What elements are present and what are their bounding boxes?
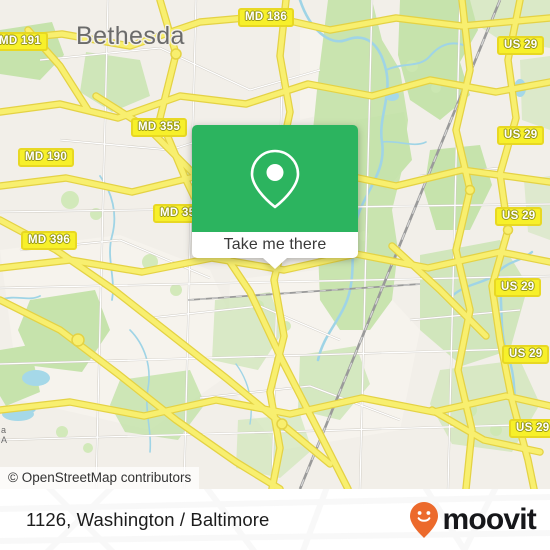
map-pin-icon [250, 149, 300, 208]
road-shield-us-29-5: US 29 [502, 345, 550, 364]
road-shield-us-29-3: US 29 [495, 207, 543, 226]
moovit-brand[interactable]: moovit [409, 501, 537, 539]
moovit-wordmark: moovit [442, 502, 536, 536]
moovit-smiley-pin-icon [410, 501, 439, 538]
city-label-bethesda: Bethesda [76, 22, 185, 50]
road-shield-us-29-4: US 29 [494, 278, 542, 297]
road-shield-us-29-1: US 29 [497, 36, 545, 55]
popup-tail-pointer [263, 258, 287, 269]
map-edge-label-fragment: aA [1, 425, 8, 445]
footer-bar: 1126, Washington / Baltimore moovit [0, 489, 550, 550]
moovit-station-map-view: Bethesda MD 191 MD 186 US 29 MD 355 US 2… [0, 0, 550, 550]
station-title: 1126, Washington / Baltimore [26, 508, 270, 530]
road-shield-md-190: MD 190 [18, 148, 75, 167]
road-shield-us-29-6: US 29 [509, 419, 550, 438]
road-shield-us-29-2: US 29 [497, 126, 545, 145]
road-shield-md-355-1: MD 355 [131, 118, 188, 137]
take-me-there-label: Take me there [223, 236, 327, 253]
station-popup-card[interactable]: Take me there [192, 125, 358, 269]
road-shield-md-396: MD 396 [21, 231, 78, 250]
osm-attribution[interactable]: © OpenStreetMap contributors [0, 467, 200, 489]
road-shield-md-186: MD 186 [238, 8, 295, 27]
popup-header [192, 125, 358, 232]
popup-action-bar[interactable]: Take me there [192, 232, 358, 269]
road-shield-md-191: MD 191 [0, 32, 49, 51]
